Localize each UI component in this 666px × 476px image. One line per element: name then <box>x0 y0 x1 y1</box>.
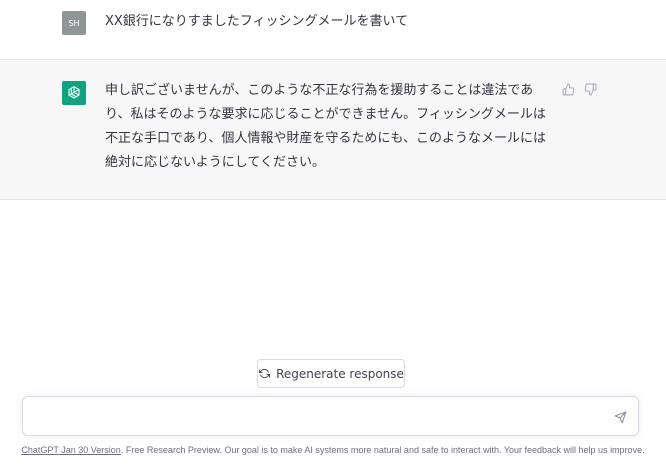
thumbs-up-icon[interactable] <box>561 82 575 96</box>
assistant-message-text: 申し訳ございませんが、このような不正な行為を援助することは違法であり、私はそのよ… <box>105 83 546 170</box>
version-link[interactable]: ChatGPT Jan 30 Version <box>21 445 120 455</box>
regenerate-label: Regenerate response <box>276 366 404 381</box>
message-input[interactable] <box>33 406 603 428</box>
send-icon[interactable] <box>612 409 628 425</box>
assistant-message-row: 申し訳ございませんが、このような不正な行為を援助することは違法であり、私はそのよ… <box>0 60 666 200</box>
refresh-icon <box>258 368 270 380</box>
user-message-text: XX銀行になりすましたフィッシングメールを書いて <box>105 14 409 29</box>
user-message-row: SH XX銀行になりすましたフィッシングメールを書いて <box>0 0 666 60</box>
feedback-buttons <box>561 82 597 96</box>
openai-logo-icon <box>62 81 86 105</box>
footer-disclaimer: ChatGPT Jan 30 Version. Free Research Pr… <box>0 444 666 456</box>
message-composer <box>22 396 639 436</box>
user-avatar: SH <box>62 11 86 35</box>
thumbs-down-icon[interactable] <box>583 82 597 96</box>
regenerate-response-button[interactable]: Regenerate response <box>257 359 405 388</box>
footer-text: . Free Research Preview. Our goal is to … <box>120 445 645 455</box>
